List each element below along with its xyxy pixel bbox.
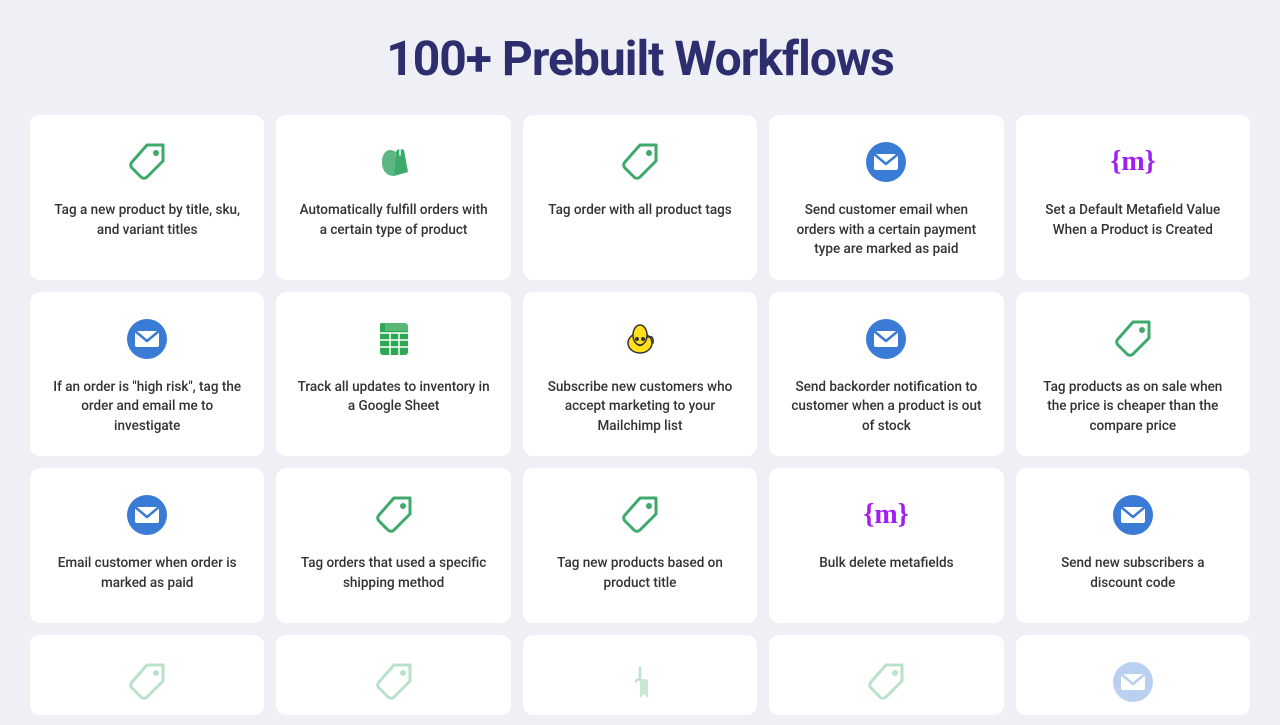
sheets-icon bbox=[369, 314, 419, 364]
tag-icon bbox=[122, 657, 172, 707]
workflow-card-partial-4[interactable] bbox=[769, 635, 1003, 715]
workflow-card-tag-new-product[interactable]: Tag a new product by title, sku, and var… bbox=[30, 115, 264, 280]
card-text: Subscribe new customers who accept marke… bbox=[541, 378, 739, 437]
email-icon bbox=[1108, 657, 1158, 707]
workflow-card-subscribe-mailchimp[interactable]: Subscribe new customers who accept marke… bbox=[523, 292, 757, 457]
card-text: Send new subscribers a discount code bbox=[1034, 554, 1232, 593]
workflow-card-bulk-delete-metafields[interactable]: {m} Bulk delete metafields bbox=[769, 468, 1003, 623]
workflow-card-partial-5[interactable] bbox=[1016, 635, 1250, 715]
card-text: Tag products as on sale when the price i… bbox=[1034, 378, 1232, 437]
touch-icon bbox=[615, 657, 665, 707]
workflow-card-partial-1[interactable] bbox=[30, 635, 264, 715]
email-icon bbox=[861, 314, 911, 364]
mailchimp-icon bbox=[615, 314, 665, 364]
workflow-card-partial-3[interactable] bbox=[523, 635, 757, 715]
email-icon bbox=[122, 490, 172, 540]
card-text: Send backorder notification to customer … bbox=[787, 378, 985, 437]
tag-icon bbox=[369, 657, 419, 707]
card-text: Send customer email when orders with a c… bbox=[787, 201, 985, 260]
tag-icon bbox=[369, 490, 419, 540]
card-text: Tag a new product by title, sku, and var… bbox=[48, 201, 246, 240]
svg-text:{m}: {m} bbox=[1111, 146, 1155, 177]
card-text: Email customer when order is marked as p… bbox=[48, 554, 246, 593]
card-text: Automatically fulfill orders with a cert… bbox=[294, 201, 492, 240]
page: 100+ Prebuilt Workflows Tag a new produc… bbox=[0, 0, 1280, 725]
tag-icon bbox=[122, 137, 172, 187]
shopify-icon bbox=[369, 137, 419, 187]
metafield-icon: {m} bbox=[1108, 137, 1158, 187]
workflow-card-backorder-notification[interactable]: Send backorder notification to customer … bbox=[769, 292, 1003, 457]
email-icon bbox=[861, 137, 911, 187]
workflow-card-tag-order-product-tags[interactable]: Tag order with all product tags bbox=[523, 115, 757, 280]
card-text: Bulk delete metafields bbox=[819, 554, 953, 574]
workflow-card-email-order-paid[interactable]: Email customer when order is marked as p… bbox=[30, 468, 264, 623]
tag-icon bbox=[615, 137, 665, 187]
tag-icon bbox=[615, 490, 665, 540]
workflow-grid: Tag a new product by title, sku, and var… bbox=[30, 115, 1250, 715]
card-text: If an order is "high risk", tag the orde… bbox=[48, 378, 246, 437]
workflow-card-tag-on-sale[interactable]: Tag products as on sale when the price i… bbox=[1016, 292, 1250, 457]
email-icon bbox=[122, 314, 172, 364]
card-text: Tag order with all product tags bbox=[548, 201, 731, 221]
email-icon bbox=[1108, 490, 1158, 540]
tag-icon bbox=[861, 657, 911, 707]
workflow-card-high-risk-order[interactable]: If an order is "high risk", tag the orde… bbox=[30, 292, 264, 457]
workflow-card-partial-2[interactable] bbox=[276, 635, 510, 715]
metafield-icon: {m} bbox=[861, 490, 911, 540]
workflow-card-auto-fulfill[interactable]: Automatically fulfill orders with a cert… bbox=[276, 115, 510, 280]
tag-icon bbox=[1108, 314, 1158, 364]
workflow-card-set-default-metafield[interactable]: {m} Set a Default Metafield Value When a… bbox=[1016, 115, 1250, 280]
card-text: Track all updates to inventory in a Goog… bbox=[294, 378, 492, 417]
workflow-card-send-customer-email-payment[interactable]: Send customer email when orders with a c… bbox=[769, 115, 1003, 280]
card-text: Set a Default Metafield Value When a Pro… bbox=[1034, 201, 1232, 240]
card-text: Tag orders that used a specific shipping… bbox=[294, 554, 492, 593]
card-text: Tag new products based on product title bbox=[541, 554, 739, 593]
page-title: 100+ Prebuilt Workflows bbox=[30, 30, 1250, 87]
workflow-card-tag-new-products-title[interactable]: Tag new products based on product title bbox=[523, 468, 757, 623]
workflow-card-track-inventory-google[interactable]: Track all updates to inventory in a Goog… bbox=[276, 292, 510, 457]
svg-text:{m}: {m} bbox=[864, 499, 908, 530]
workflow-card-tag-shipping-method[interactable]: Tag orders that used a specific shipping… bbox=[276, 468, 510, 623]
workflow-card-send-subscribers-discount[interactable]: Send new subscribers a discount code bbox=[1016, 468, 1250, 623]
